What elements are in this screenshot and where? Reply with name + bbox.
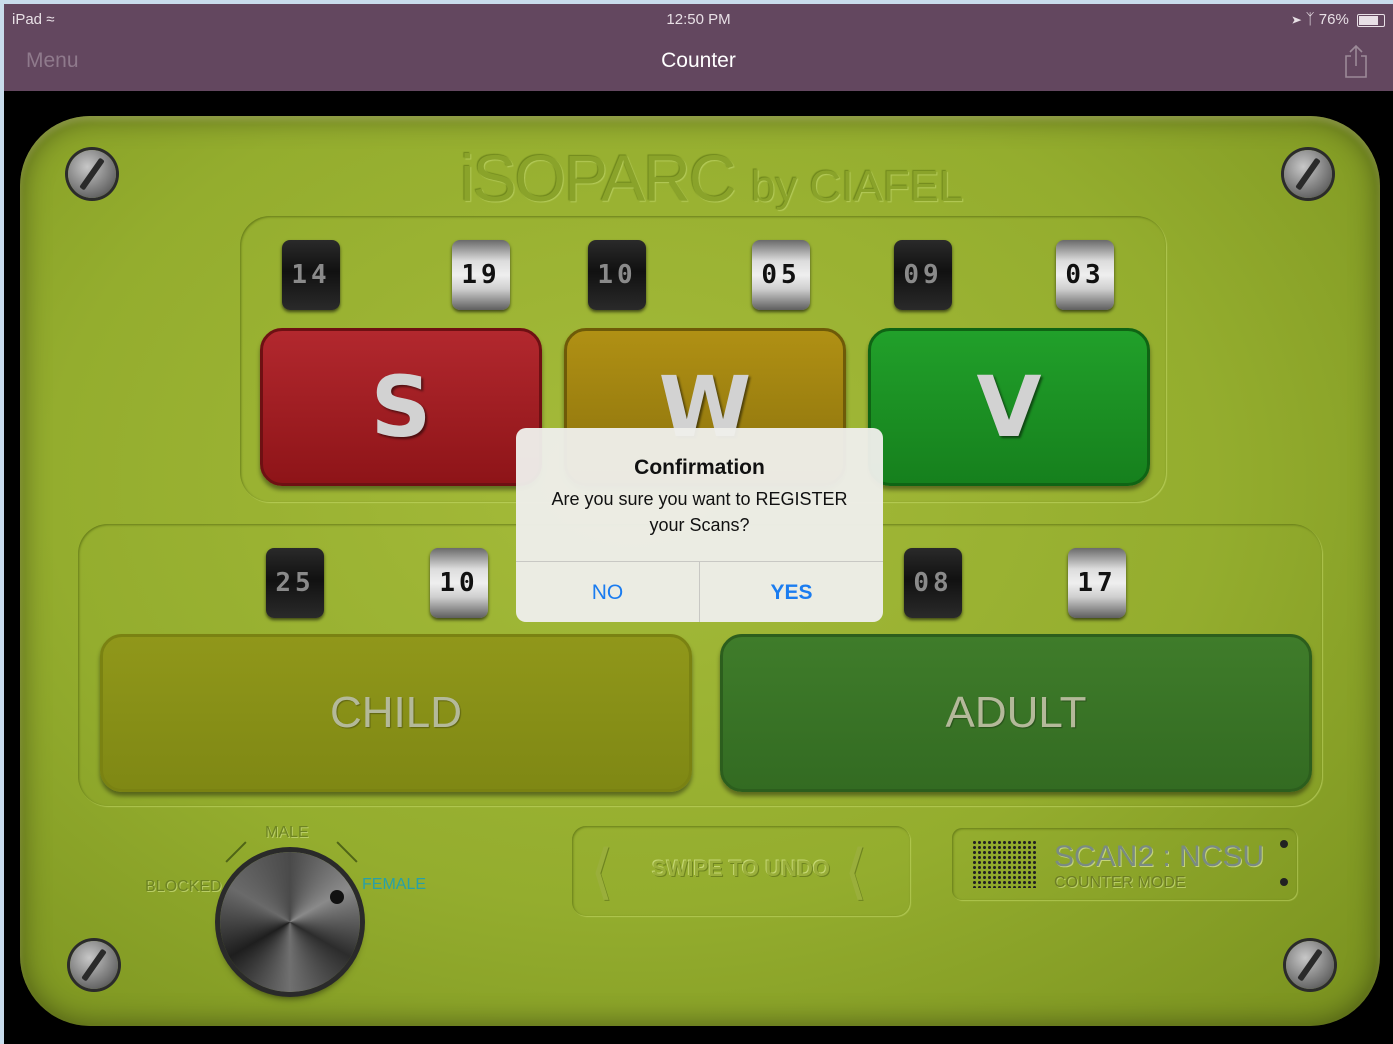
counter-child-left: 25 — [266, 548, 324, 618]
dialog-title: Confirmation — [634, 456, 765, 479]
screw-icon — [1284, 150, 1332, 198]
sedentary-label: S — [370, 358, 432, 456]
dialog-buttons: NO YES — [516, 561, 883, 622]
knob-label-male: MALE — [265, 824, 309, 841]
knob-tick — [225, 841, 247, 863]
adult-label: ADULT — [945, 688, 1087, 737]
counter-s-left: 14 — [282, 240, 340, 310]
page-title: Counter — [661, 49, 736, 72]
child-button[interactable]: CHILD — [100, 634, 692, 792]
status-right: ➤ ᛉ 76% — [1292, 11, 1385, 28]
gender-knob[interactable] — [220, 852, 360, 992]
counter-adult-left: 08 — [904, 548, 962, 618]
vigorous-button[interactable]: V — [868, 328, 1150, 486]
brand-name: iSOPARC — [460, 141, 736, 215]
knob-indicator — [330, 890, 344, 904]
knob-label-female: FEMALE — [362, 876, 427, 893]
location-icon: ➤ — [1292, 11, 1302, 28]
counter-s-right: 19 — [452, 240, 510, 310]
scan-mode: COUNTER MODE — [1054, 874, 1186, 891]
brand-by: by CIAFEL — [750, 162, 964, 211]
child-label: CHILD — [329, 688, 463, 737]
led-icon — [1280, 878, 1288, 886]
scan-title: SCAN2 : NCSU — [1054, 840, 1265, 873]
knob-tick — [336, 841, 358, 863]
navigation-bar: iPad ≈ 12:50 PM ➤ ᛉ 76% Menu Counter — [4, 4, 1393, 91]
battery-icon — [1357, 13, 1385, 27]
status-time: 12:50 PM — [666, 11, 731, 28]
swipe-to-undo[interactable]: ⟨ SWIPE TO UNDO ⟨ — [572, 826, 910, 916]
counter-v-left: 09 — [894, 240, 952, 310]
speaker-grille-icon — [972, 840, 1036, 888]
screw-icon — [70, 941, 118, 989]
confirmation-dialog: Confirmation Are you sure you want to RE… — [516, 428, 883, 622]
yes-button[interactable]: YES — [700, 562, 883, 622]
counter-adult-right: 17 — [1068, 548, 1126, 618]
no-button[interactable]: NO — [516, 562, 700, 622]
knob-label-blocked: BLOCKED — [145, 878, 222, 895]
brand-logo: iSOPARC by CIAFEL — [460, 140, 964, 216]
counter-child-right: 10 — [430, 548, 488, 618]
chevron-left-icon: ⟨ — [844, 838, 868, 905]
gender-selector: MALE BLOCKED FEMALE — [140, 816, 440, 1006]
vigorous-label: V — [976, 358, 1042, 456]
adult-button[interactable]: ADULT — [720, 634, 1312, 792]
scan-info: SCAN2 : NCSU COUNTER MODE — [952, 828, 1297, 900]
counter-v-right: 03 — [1056, 240, 1114, 310]
screw-icon — [68, 150, 116, 198]
counter-w-left: 10 — [588, 240, 646, 310]
bluetooth-icon: ᛉ — [1305, 11, 1315, 28]
ipad-screen: iPad ≈ 12:50 PM ➤ ᛉ 76% Menu Counter iSO… — [4, 4, 1393, 1044]
counter-w-right: 05 — [752, 240, 810, 310]
sedentary-button[interactable]: S — [260, 328, 542, 486]
dialog-message: Are you sure you want to REGISTER your S… — [551, 489, 848, 535]
screw-icon — [1286, 941, 1334, 989]
led-icon — [1280, 840, 1288, 848]
share-icon[interactable] — [1343, 44, 1369, 78]
battery-percent: 76% — [1318, 11, 1349, 28]
